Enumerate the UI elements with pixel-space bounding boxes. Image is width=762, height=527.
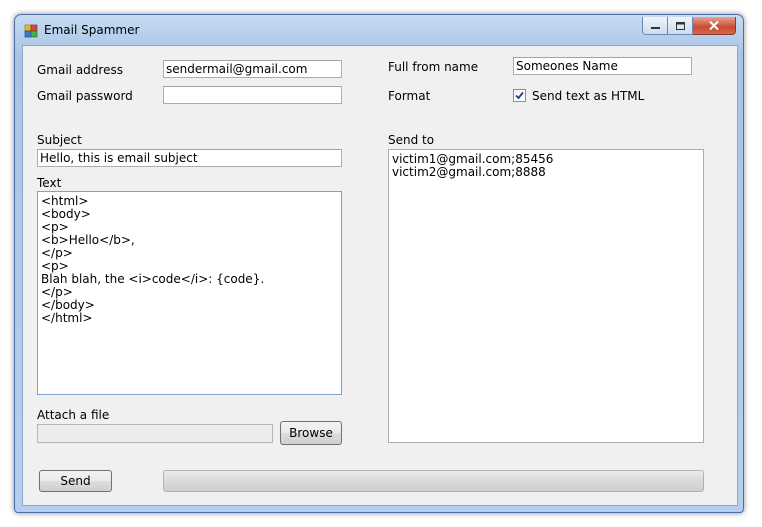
window-title: Email Spammer (44, 23, 140, 37)
gmail-address-label: Gmail address (37, 63, 123, 77)
text-line: </html> (41, 311, 93, 325)
title-bar[interactable]: Email Spammer (15, 15, 743, 45)
text-line: <body> (41, 207, 91, 221)
attach-file-label: Attach a file (37, 408, 110, 422)
form-client-area: Gmail address sendermail@gmail.com Gmail… (22, 45, 738, 506)
full-from-name-label: Full from name (388, 60, 479, 74)
gmail-address-input[interactable]: sendermail@gmail.com (163, 60, 342, 78)
app-window: Email Spammer Gmail address sendermail@g… (14, 14, 744, 513)
send-html-label[interactable]: Send text as HTML (532, 89, 644, 103)
app-icon (24, 24, 38, 38)
minimize-icon (650, 26, 660, 29)
attach-file-path-field (37, 424, 273, 443)
text-line: Blah blah, the <i>code</i>: {code}. (41, 272, 265, 286)
send-progress-bar (163, 470, 704, 492)
gmail-password-input[interactable] (163, 86, 342, 104)
message-text-area[interactable]: <html> <body> <p> <b>Hello</b>, </p> <p>… (37, 191, 342, 395)
send-button[interactable]: Send (39, 470, 112, 492)
send-html-checkbox[interactable] (513, 89, 526, 102)
caption-buttons (642, 17, 736, 35)
format-label: Format (388, 89, 431, 103)
gmail-password-label: Gmail password (37, 89, 133, 103)
subject-label: Subject (37, 133, 82, 147)
checkmark-icon (515, 91, 524, 100)
minimize-button[interactable] (642, 17, 668, 35)
browse-button[interactable]: Browse (280, 421, 342, 445)
full-from-name-input[interactable]: Someones Name (513, 57, 692, 75)
text-line: <b>Hello</b>, (41, 233, 135, 247)
send-to-text-area[interactable]: victim1@gmail.com;85456 victim2@gmail.co… (388, 149, 704, 443)
close-icon (709, 21, 719, 30)
maximize-icon (675, 21, 685, 30)
text-line: </p> (41, 246, 73, 260)
text-label: Text (37, 176, 62, 190)
send-to-label: Send to (388, 133, 435, 147)
maximize-button[interactable] (668, 17, 693, 35)
recipient-line: victim2@gmail.com;8888 (392, 165, 546, 179)
close-button[interactable] (693, 17, 736, 35)
subject-input[interactable]: Hello, this is email subject (37, 149, 342, 167)
